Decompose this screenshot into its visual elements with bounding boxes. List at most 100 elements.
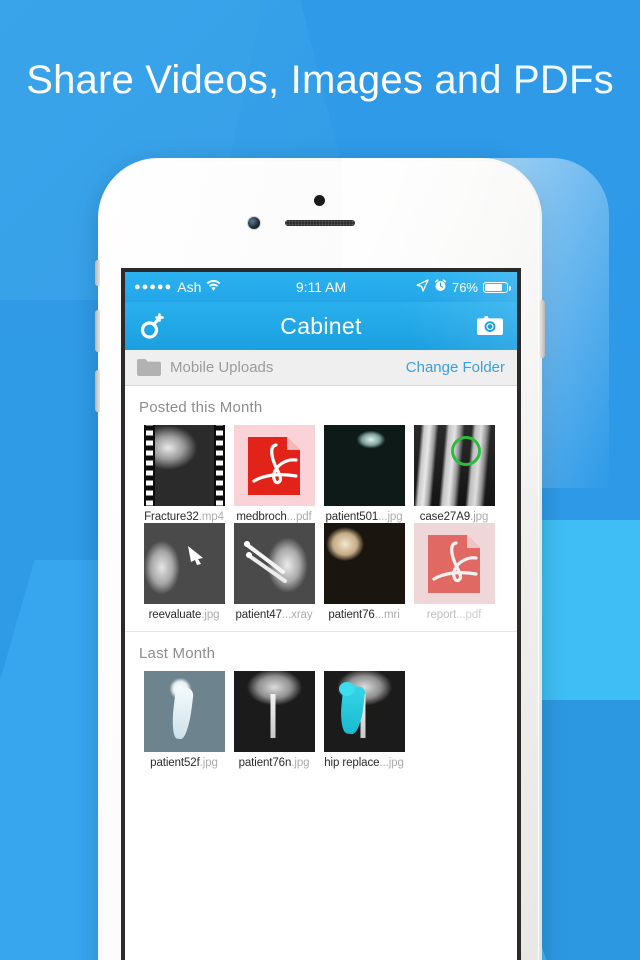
file-name-extension: .mp4 <box>198 511 224 523</box>
file-item[interactable]: reevaluate.jpg <box>139 523 229 621</box>
file-name-extension: ...pdf <box>286 511 312 523</box>
file-item[interactable]: patient76n.jpg <box>229 671 319 769</box>
file-item[interactable]: hip replace...jpg <box>319 671 409 769</box>
folder-name-label: Mobile Uploads <box>170 359 274 376</box>
file-name-extension: ...jpg <box>379 757 404 769</box>
screw-hardware-overlay <box>243 538 295 590</box>
file-thumbnail[interactable] <box>233 425 315 506</box>
carrier-label: Ash <box>177 279 202 295</box>
thumbnail-image <box>323 523 405 604</box>
file-name-label: patient76...mri <box>319 609 409 621</box>
file-name-extension: ...xray <box>281 609 313 621</box>
file-name-base: patient501 <box>325 511 379 523</box>
change-folder-button[interactable]: Change Folder <box>406 359 505 376</box>
signal-strength-icon: ●●●●● <box>134 280 173 293</box>
earpiece-speaker <box>285 220 355 226</box>
rod-overlay <box>270 693 276 738</box>
file-name-label: patient52f.jpg <box>139 757 229 769</box>
app-logo-icon[interactable] <box>137 311 167 341</box>
pdf-file-icon <box>233 425 315 506</box>
file-name-extension: ...jpg <box>378 511 403 523</box>
file-item[interactable]: case27A9.jpg <box>409 425 499 523</box>
wifi-icon <box>206 279 221 295</box>
file-name-extension: .jpg <box>199 757 218 769</box>
file-section: Last Month patient52f.jpg patient76n.jpg hi… <box>125 631 517 779</box>
alarm-clock-icon <box>434 279 447 295</box>
volume-down-button[interactable] <box>95 370 100 412</box>
folder-icon <box>137 359 161 376</box>
file-name-base: medbroch <box>236 511 287 523</box>
file-name-extension: .jpg <box>291 757 310 769</box>
file-name-label: hip replace...jpg <box>319 757 409 769</box>
file-name-extension: ...pdf <box>456 609 482 621</box>
location-arrow-icon <box>416 279 429 295</box>
file-name-extension: .jpg <box>201 609 220 621</box>
file-thumbnail[interactable] <box>233 671 315 752</box>
file-item[interactable]: medbroch...pdf <box>229 425 319 523</box>
film-strip-overlay <box>143 425 225 506</box>
thumbnail-image <box>143 523 225 604</box>
file-thumbnail[interactable] <box>413 523 495 604</box>
marketing-headline: Share Videos, Images and PDFs <box>0 58 640 103</box>
thumbnail-image <box>323 425 405 506</box>
file-name-label: Fracture32.mp4 <box>139 511 229 523</box>
power-button[interactable] <box>540 300 545 358</box>
file-name-base: hip replace <box>324 757 380 769</box>
section-title: Last Month <box>139 645 216 662</box>
file-thumbnail[interactable] <box>143 523 225 604</box>
file-thumbnail[interactable] <box>143 671 225 752</box>
file-thumbnail[interactable] <box>323 523 405 604</box>
file-row: patient52f.jpg patient76n.jpg hip replace.… <box>125 671 517 769</box>
silent-switch[interactable] <box>95 260 100 286</box>
headline-primary: Share Videos, Images <box>26 58 424 102</box>
file-name-label: reevaluate.jpg <box>139 609 229 621</box>
file-list[interactable]: Posted this Month Fracture32.mp4 medbroch.… <box>125 386 517 960</box>
file-name-label: patient76n.jpg <box>229 757 319 769</box>
file-item[interactable]: patient52f.jpg <box>139 671 229 769</box>
pdf-file-icon <box>413 523 495 604</box>
green-circle-annotation <box>450 436 481 467</box>
phone-mockup: ●●●●● Ash 9:11 AM 76% Cabinet Mobile Upl… <box>95 158 609 960</box>
file-thumbnail[interactable] <box>323 671 405 752</box>
file-row: reevaluate.jpg patient47...xray patient76.… <box>125 523 517 621</box>
file-name-extension: ...mri <box>374 609 400 621</box>
page-title: Cabinet <box>280 312 362 339</box>
file-item[interactable]: patient47...xray <box>229 523 319 621</box>
file-thumbnail[interactable] <box>413 425 495 506</box>
file-name-base: reevaluate <box>148 609 202 621</box>
camera-icon[interactable] <box>475 313 505 339</box>
file-thumbnail[interactable] <box>323 425 405 506</box>
file-name-base: patient52f <box>150 757 200 769</box>
file-name-label: patient501...jpg <box>319 511 409 523</box>
file-item[interactable]: report...pdf <box>409 523 499 621</box>
file-name-base: patient76 <box>328 609 375 621</box>
file-name-extension: .jpg <box>470 511 489 523</box>
folder-bar[interactable]: Mobile Uploads Change Folder <box>125 350 517 386</box>
file-name-base: report <box>426 609 457 621</box>
file-name-label: medbroch...pdf <box>229 511 319 523</box>
file-name-label: patient47...xray <box>229 609 319 621</box>
proximity-sensor-icon <box>314 195 325 206</box>
headline-secondary: and PDFs <box>423 58 614 102</box>
file-name-base: Fracture32 <box>144 511 199 523</box>
file-item[interactable]: patient501...jpg <box>319 425 409 523</box>
file-thumbnail[interactable] <box>233 523 315 604</box>
file-name-label: report...pdf <box>409 609 499 621</box>
file-name-base: patient76n <box>238 757 292 769</box>
status-bar: ●●●●● Ash 9:11 AM 76% <box>125 272 517 302</box>
battery-icon <box>483 281 511 293</box>
volume-up-button[interactable] <box>95 310 100 352</box>
file-thumbnail[interactable] <box>143 425 225 506</box>
front-camera-icon <box>248 217 260 229</box>
section-title: Posted this Month <box>139 399 263 416</box>
file-name-label: case27A9.jpg <box>409 511 499 523</box>
file-item[interactable]: patient76...mri <box>319 523 409 621</box>
nav-bar: Cabinet <box>125 302 517 350</box>
battery-percent-label: 76% <box>451 279 478 295</box>
file-section: Posted this Month Fracture32.mp4 medbroch.… <box>125 386 517 631</box>
thumbnail-image <box>413 425 495 506</box>
file-name-base: patient47 <box>235 609 282 621</box>
file-row: Fracture32.mp4 medbroch...pdf patient501..… <box>125 425 517 523</box>
file-item[interactable]: Fracture32.mp4 <box>139 425 229 523</box>
white-arrow-annotation <box>186 544 208 566</box>
